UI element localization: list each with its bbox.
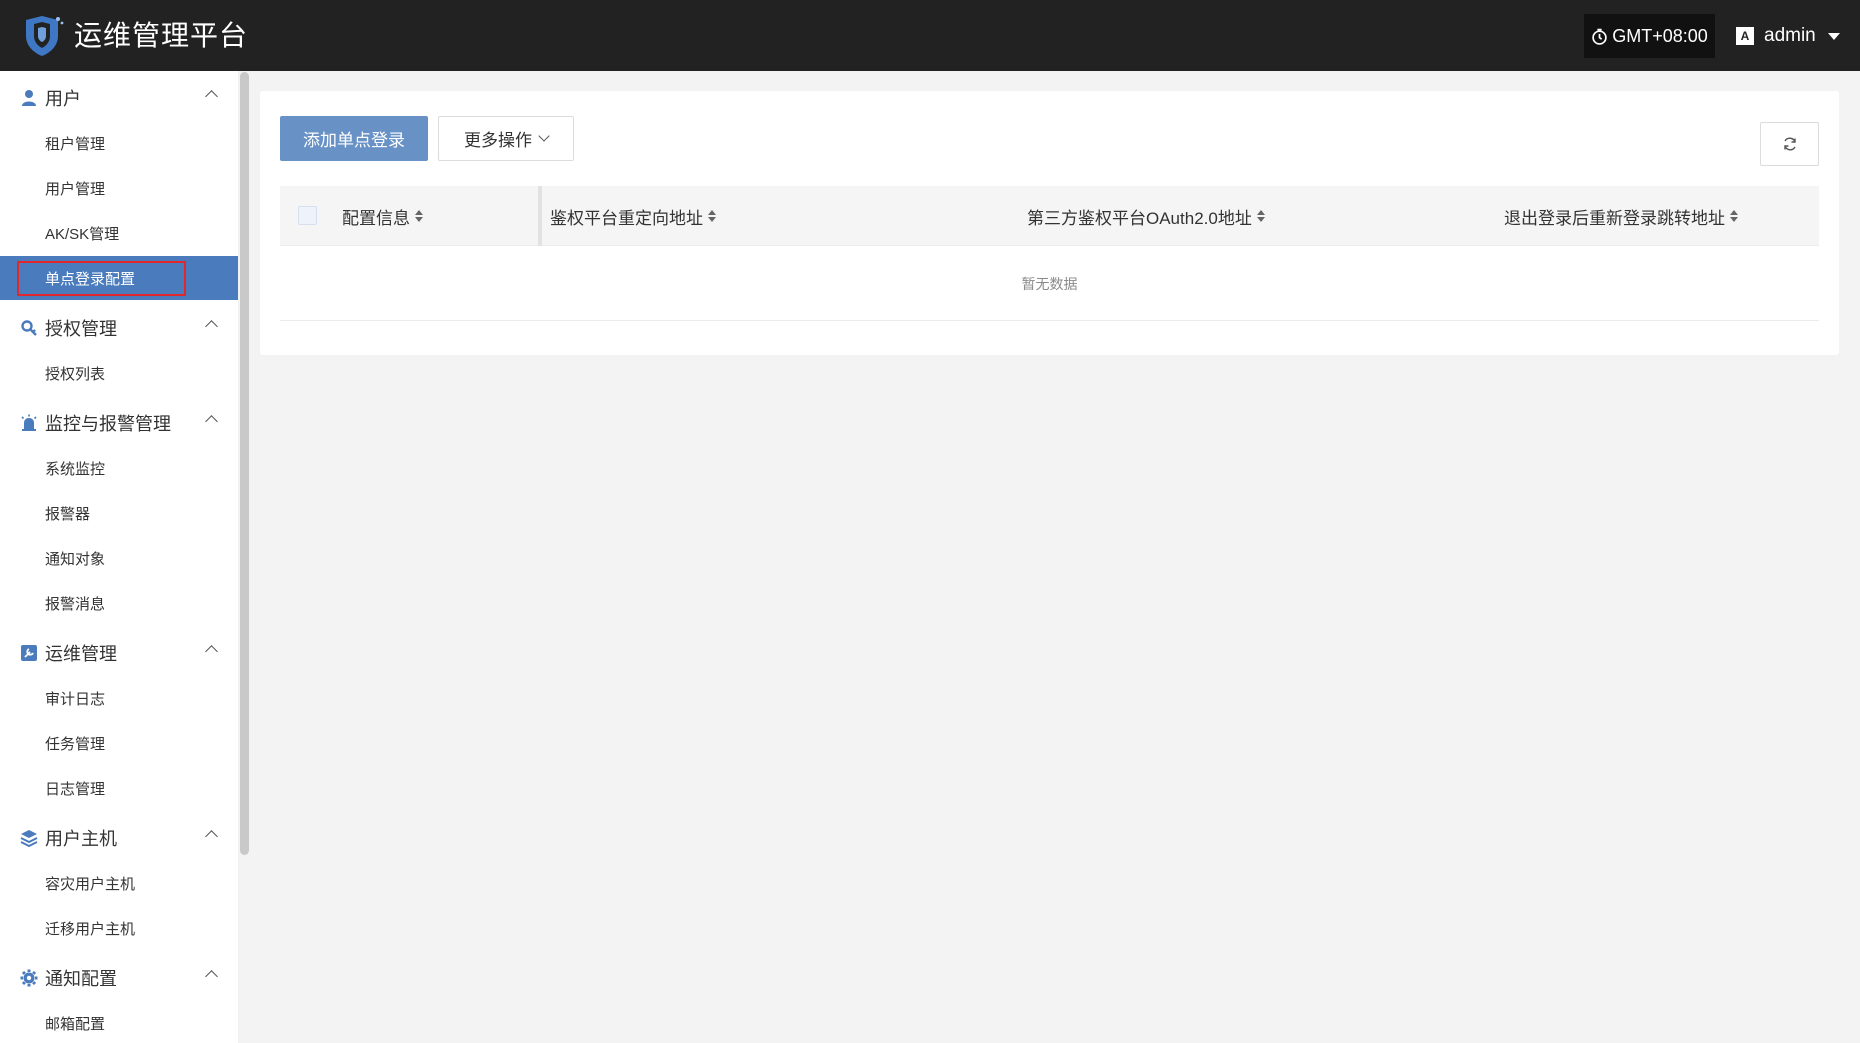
- sidebar-item-auth-list[interactable]: 授权列表: [0, 351, 238, 395]
- sidebar-item-label: 授权列表: [45, 365, 106, 383]
- sidebar-scrollbar[interactable]: [240, 72, 249, 855]
- sort-icon: [1256, 210, 1265, 222]
- sidebar-item-label: 系统监控: [45, 460, 106, 478]
- column-header-logout-redirect[interactable]: 退出登录后重新登录跳转地址: [1504, 186, 1738, 246]
- timezone-label: GMT+08:00: [1612, 25, 1708, 46]
- sidebar-group-label: 监控与报警管理: [45, 414, 171, 434]
- sidebar-item-aksk[interactable]: AK/SK管理: [0, 211, 238, 255]
- sidebar-item-label: 邮箱配置: [45, 1015, 106, 1033]
- sidebar-item-label: 用户管理: [45, 180, 106, 198]
- sidebar-item-label: 报警器: [45, 505, 91, 523]
- sidebar-group-label: 用户: [45, 89, 81, 109]
- sidebar-group-user[interactable]: 用户: [0, 75, 238, 121]
- chevron-down-icon: [538, 130, 550, 142]
- sidebar-item-task[interactable]: 任务管理: [0, 721, 238, 765]
- clock-icon: [1592, 28, 1607, 45]
- chevron-up-icon: [205, 90, 218, 103]
- sidebar-item-tenant[interactable]: 租户管理: [0, 121, 238, 165]
- column-header-label: 第三方鉴权平台OAuth2.0地址: [1027, 208, 1252, 228]
- sidebar-item-label: 通知对象: [45, 550, 106, 568]
- column-header-config-info[interactable]: 配置信息: [342, 186, 423, 246]
- chevron-up-icon: [205, 830, 218, 843]
- sidebar-group-label: 用户主机: [45, 829, 117, 849]
- alarm-icon: [20, 414, 38, 432]
- sidebar-item-dr-host[interactable]: 容灾用户主机: [0, 861, 238, 905]
- sidebar-item-notify-target[interactable]: 通知对象: [0, 536, 238, 580]
- sidebar-item-alarm-messages[interactable]: 报警消息: [0, 581, 238, 625]
- column-header-label: 配置信息: [342, 208, 410, 228]
- chevron-up-icon: [205, 645, 218, 658]
- table-header: 配置信息 鉴权平台重定向地址 第三方鉴权平台OAuth2.0地址 退出登录后重新…: [280, 186, 1819, 246]
- ops-icon: [20, 644, 38, 662]
- app-title: 运维管理平台: [74, 20, 249, 51]
- sidebar-item-label: 任务管理: [45, 735, 106, 753]
- sidebar-item-migration-host[interactable]: 迁移用户主机: [0, 906, 238, 950]
- add-sso-button[interactable]: 添加单点登录: [280, 116, 428, 161]
- sidebar-item-label: 容灾用户主机: [45, 875, 136, 893]
- sidebar-item-label: 迁移用户主机: [45, 920, 136, 938]
- sidebar-group-authorization[interactable]: 授权管理: [0, 305, 238, 351]
- main-panel: 添加单点登录 更多操作 配置信息 鉴权平台重定向地址 第三方鉴权平台OAuth2…: [260, 91, 1839, 355]
- column-divider[interactable]: [538, 186, 542, 246]
- sidebar-item-label: AK/SK管理: [45, 225, 120, 243]
- sort-icon: [415, 210, 423, 222]
- sidebar-group-label: 授权管理: [45, 319, 117, 339]
- sidebar-group-hosts[interactable]: 用户主机: [0, 815, 238, 861]
- caret-down-icon: [1827, 32, 1840, 40]
- sidebar-group-label: 运维管理: [45, 644, 117, 664]
- timezone-button[interactable]: GMT+08:00: [1584, 14, 1715, 58]
- select-all-checkbox[interactable]: [298, 206, 317, 225]
- sidebar: 用户 租户管理 用户管理 AK/SK管理 单点登录配置 授权管理 授权列表 监控…: [0, 71, 238, 1043]
- more-actions-label: 更多操作: [464, 131, 532, 150]
- shield-logo-icon: [26, 16, 64, 56]
- authorization-icon: [20, 319, 38, 337]
- sidebar-item-label: 审计日志: [45, 690, 106, 708]
- sidebar-item-label: 租户管理: [45, 135, 106, 153]
- column-header-label: 退出登录后重新登录跳转地址: [1504, 208, 1725, 228]
- sidebar-group-label: 通知配置: [45, 969, 117, 989]
- column-header-oauth-url[interactable]: 第三方鉴权平台OAuth2.0地址: [1027, 186, 1265, 246]
- sidebar-group-monitoring[interactable]: 监控与报警管理: [0, 400, 238, 446]
- layers-icon: [20, 829, 38, 847]
- sidebar-item-alarm[interactable]: 报警器: [0, 491, 238, 535]
- column-header-redirect-url[interactable]: 鉴权平台重定向地址: [550, 186, 716, 246]
- username-label: admin: [1764, 25, 1816, 46]
- sort-icon: [708, 210, 716, 222]
- sidebar-group-ops[interactable]: 运维管理: [0, 630, 238, 676]
- sort-icon: [1730, 210, 1738, 222]
- chevron-up-icon: [205, 970, 218, 983]
- empty-state: 暂无数据: [280, 247, 1819, 321]
- user-menu[interactable]: A admin: [1736, 14, 1840, 58]
- user-icon: [20, 89, 38, 107]
- highlight-box: [17, 261, 186, 296]
- refresh-button[interactable]: [1760, 122, 1819, 166]
- top-header: 运维管理平台 GMT+08:00 A admin: [0, 0, 1860, 71]
- column-header-label: 鉴权平台重定向地址: [550, 208, 703, 228]
- sidebar-group-notify-config[interactable]: 通知配置: [0, 955, 238, 1001]
- chevron-up-icon: [205, 320, 218, 333]
- sidebar-item-users[interactable]: 用户管理: [0, 166, 238, 210]
- sidebar-item-system-monitor[interactable]: 系统监控: [0, 446, 238, 490]
- sidebar-item-audit-log[interactable]: 审计日志: [0, 676, 238, 720]
- more-actions-button[interactable]: 更多操作: [438, 116, 574, 161]
- sidebar-item-sso[interactable]: 单点登录配置: [0, 256, 238, 300]
- empty-text: 暂无数据: [1021, 275, 1078, 292]
- sidebar-item-log[interactable]: 日志管理: [0, 766, 238, 810]
- chevron-up-icon: [205, 415, 218, 428]
- sidebar-item-label: 报警消息: [45, 595, 106, 613]
- sidebar-item-email-config[interactable]: 邮箱配置: [0, 1001, 238, 1043]
- refresh-icon: [1783, 137, 1796, 151]
- language-icon[interactable]: A: [1736, 27, 1754, 45]
- gear-icon: [20, 969, 38, 987]
- sidebar-item-label: 日志管理: [45, 780, 106, 798]
